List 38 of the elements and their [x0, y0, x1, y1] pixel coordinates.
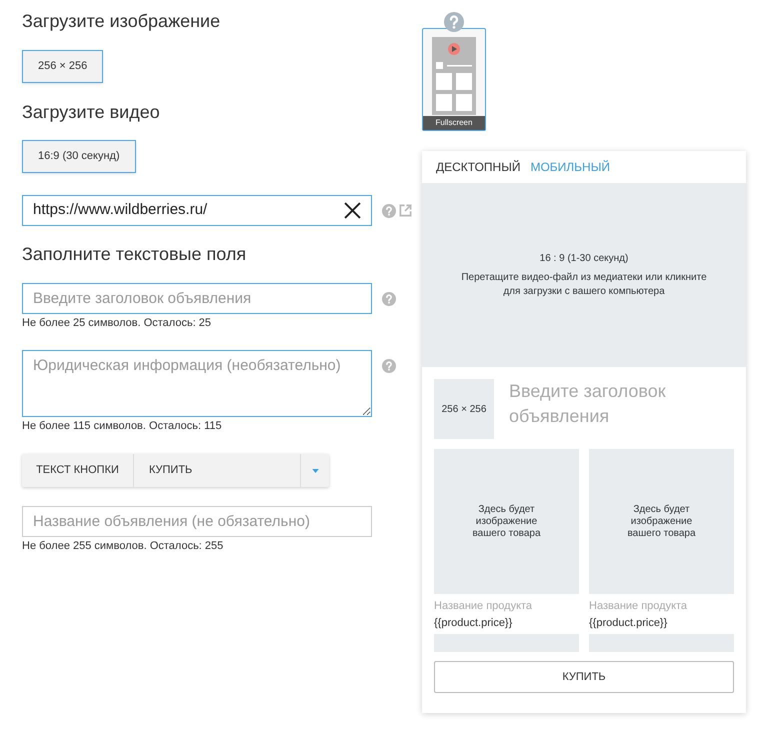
- placeholder-text: Здесь будет изображение вашего товара: [471, 504, 542, 540]
- external-link-icon[interactable]: [399, 204, 412, 217]
- url-value: https://www.wildberries.ru/: [33, 200, 208, 220]
- image-size-button[interactable]: 256 × 256: [22, 50, 104, 83]
- section-heading: Заполните текстовые поля: [22, 243, 246, 266]
- product-price: {{product.price}}: [589, 616, 668, 631]
- placeholder-text: Здесь будет изображение вашего товара: [626, 504, 697, 540]
- control-label: ТЕКСТ КНОПКИ: [22, 454, 134, 487]
- help-icon[interactable]: [382, 292, 396, 306]
- help-icon[interactable]: [382, 359, 396, 373]
- buy-button[interactable]: КУПИТЬ: [434, 661, 734, 693]
- help-icon[interactable]: [444, 12, 464, 32]
- url-field[interactable]: https://www.wildberries.ru/: [22, 195, 372, 226]
- caret-icon[interactable]: [312, 468, 318, 472]
- logo-size-label: 256 × 256: [442, 402, 486, 416]
- product-price: {{product.price}}: [434, 616, 514, 631]
- section-heading: Загрузите изображение: [22, 10, 220, 33]
- clear-icon[interactable]: [344, 202, 361, 219]
- field-hint: Не более 25 символов. Осталось: 25: [22, 316, 212, 331]
- field-hint: Не более 115 символов. Осталось: 115: [22, 419, 222, 434]
- format-thumbnail[interactable]: Fullscreen: [422, 28, 486, 131]
- help-icon[interactable]: [382, 204, 396, 218]
- preview-tab[interactable]: ДЕСКТОПНЫЙ: [436, 158, 520, 176]
- format-label: Fullscreen: [423, 116, 485, 130]
- text-input[interactable]: Введите заголовок объявления: [22, 283, 372, 314]
- text-area[interactable]: Юридическая информация (необязательно): [22, 350, 372, 417]
- field-hint: Не более 255 символов. Осталось: 255: [22, 539, 224, 554]
- preview-headline: Введите заголовок объявления: [509, 380, 667, 428]
- video-ratio: 16 : 9 (1-30 секунд): [540, 252, 628, 266]
- button-text-select[interactable]: КУПИТЬ: [134, 454, 329, 487]
- select-value: КУПИТЬ: [148, 463, 194, 478]
- section-heading: Загрузите видео: [22, 101, 160, 124]
- text-input[interactable]: Название объявления (не обязательно): [22, 506, 372, 537]
- video-dropzone[interactable]: 16 : 9 (1-30 секунд) Перетащите видео-файл из медиатеки или кликните для загрузки с вашего компьютера: [422, 183, 746, 367]
- video-hint: Перетащите видео-файл из медиатеки или кликните для загрузки с вашего компьютера: [460, 270, 708, 298]
- video-format-button[interactable]: 16:9 (30 секунд): [22, 140, 136, 173]
- product-name: Название продукта: [434, 599, 534, 614]
- product-name: Название продукта: [589, 599, 688, 614]
